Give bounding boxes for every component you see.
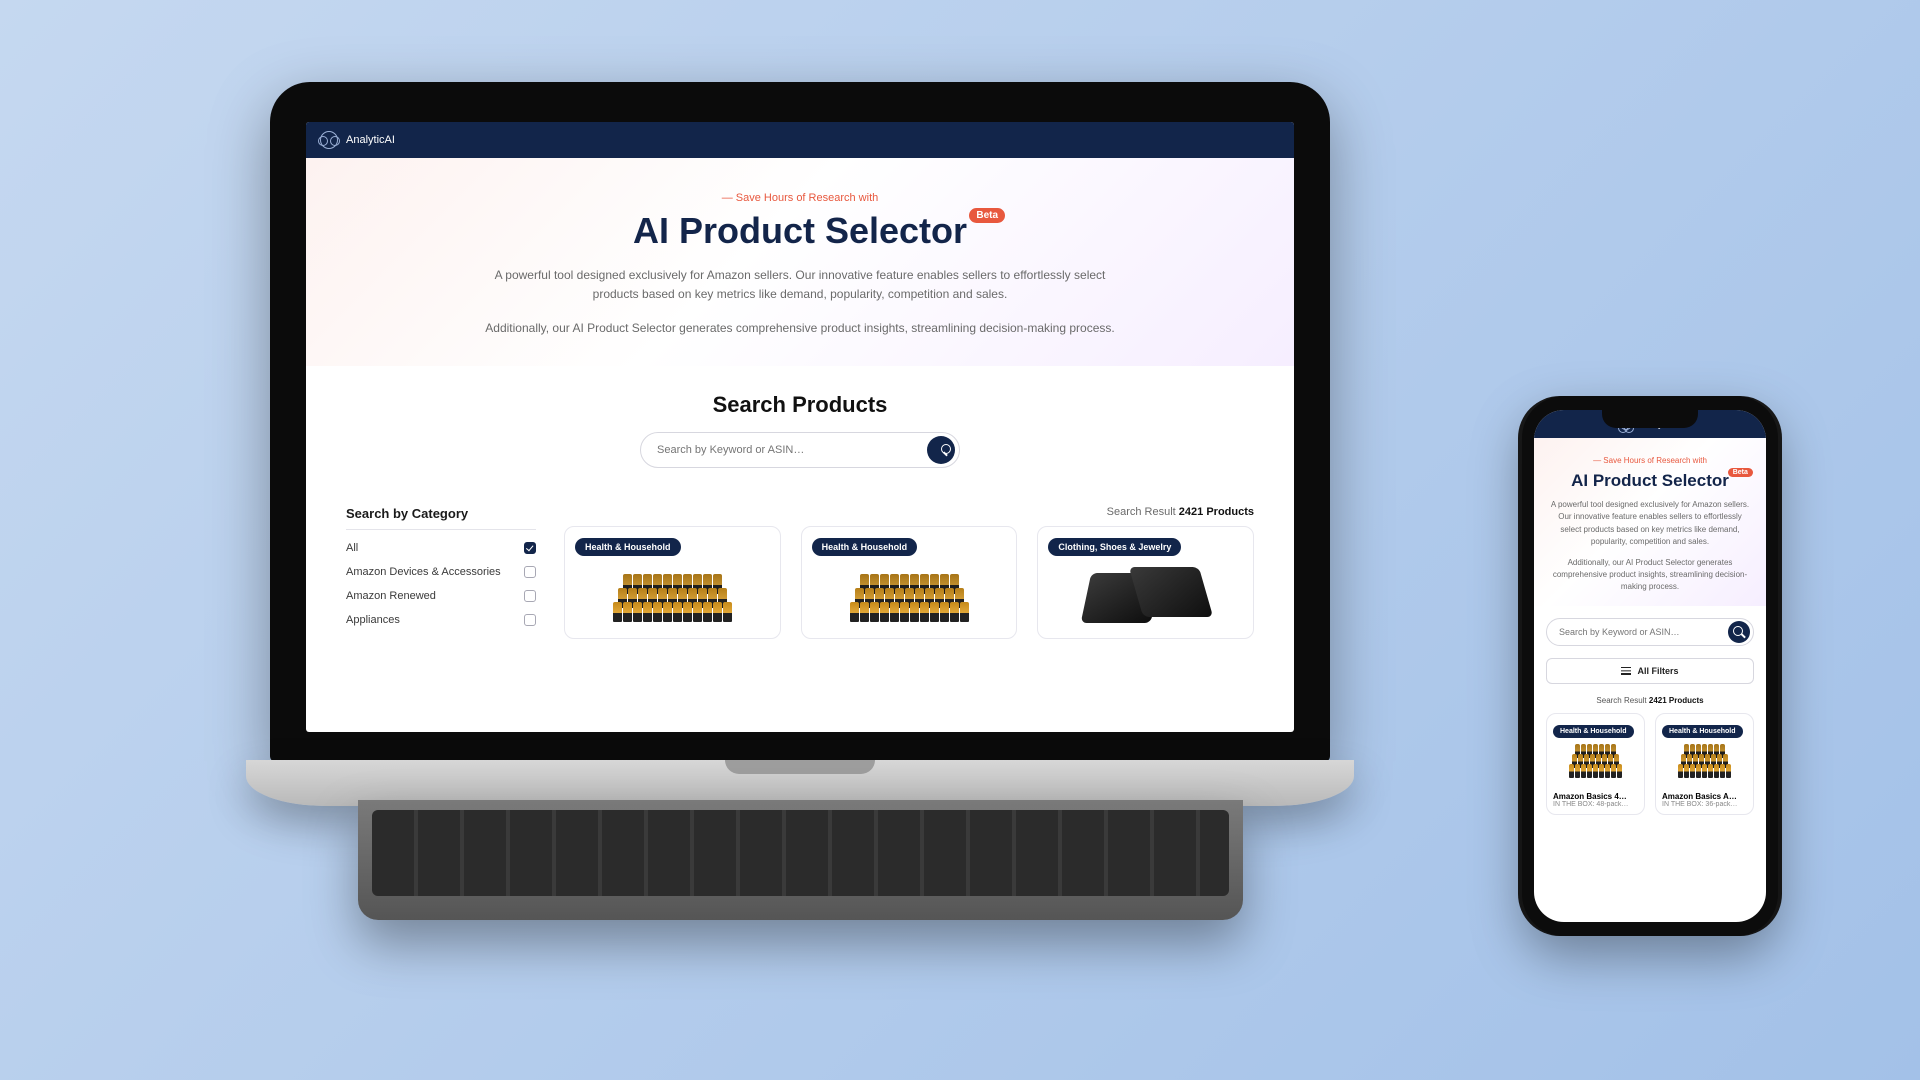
search-icon [1733, 626, 1745, 638]
result-meta-prefix: Search Result [1596, 696, 1646, 705]
search-button[interactable] [1728, 621, 1750, 643]
result-meta-prefix: Search Result [1107, 506, 1176, 518]
product-image [1662, 744, 1747, 788]
hero-eyebrow: — Save Hours of Research with [1548, 456, 1752, 465]
product-image [575, 562, 770, 628]
search-heading: Search Products [346, 392, 1254, 418]
laptop-mockup: AnalyticAI — Save Hours of Research with… [246, 82, 1354, 952]
logo-text: AnalyticAI [1640, 419, 1680, 429]
results-main: Search Result 2421 Products Health & Hou… [564, 506, 1254, 639]
category-tag: Health & Household [812, 538, 918, 556]
hero-desc-2: Additionally, our AI Product Selector ge… [1548, 557, 1752, 594]
search-input[interactable] [657, 444, 927, 456]
hero-title-text: AI Product Selector [633, 210, 967, 251]
product-cards-mobile: Health & Household Amazon Basics 4… IN T… [1534, 713, 1766, 815]
hero-desc-1: A powerful tool designed exclusively for… [480, 266, 1120, 303]
searchbar[interactable] [640, 432, 960, 468]
laptop-bezel: AnalyticAI — Save Hours of Research with… [270, 82, 1330, 762]
top-nav: AnalyticAI [306, 122, 1294, 158]
product-title: Amazon Basics A… [1662, 792, 1747, 801]
batteries-illustration [1670, 748, 1740, 784]
category-label: All [346, 542, 358, 554]
product-subtitle: IN THE BOX: 36-pack… [1662, 801, 1747, 808]
filters-button[interactable]: All Filters [1546, 658, 1754, 684]
category-tag: Health & Household [1662, 725, 1743, 738]
hero-section: — Save Hours of Research with AI Product… [306, 158, 1294, 366]
batteries-illustration [607, 568, 737, 622]
beta-badge: Beta [969, 208, 1005, 223]
result-meta-count: 2421 Products [1179, 506, 1254, 518]
filters-label: All Filters [1637, 666, 1678, 676]
search-button[interactable] [927, 436, 955, 464]
category-label: Amazon Devices & Accessories [346, 566, 501, 578]
category-panel: Search by Category All Amazon Devices & … [346, 506, 536, 639]
checkbox-icon[interactable] [524, 590, 536, 602]
phone-viewport: AnalyticAI — Save Hours of Research with… [1534, 410, 1766, 922]
wallet-illustration [1086, 567, 1206, 623]
result-meta-mobile: Search Result 2421 Products [1534, 696, 1766, 705]
hero-desc-2: Additionally, our AI Product Selector ge… [480, 319, 1120, 338]
top-nav-mobile: AnalyticAI [1534, 410, 1766, 438]
category-row-appliances[interactable]: Appliances [346, 614, 536, 626]
hero-eyebrow: — Save Hours of Research with [346, 192, 1254, 204]
category-tag: Health & Household [575, 538, 681, 556]
product-cards: Health & Household Health & Household [564, 526, 1254, 639]
result-meta: Search Result 2421 Products [564, 506, 1254, 518]
logo-icon [320, 131, 338, 149]
sliders-icon [1621, 667, 1631, 675]
product-card[interactable]: Health & Household [801, 526, 1018, 639]
hero-title: AI Product Selector Beta [1571, 471, 1729, 491]
phone-mockup: AnalyticAI — Save Hours of Research with… [1522, 396, 1778, 936]
hero-section-mobile: — Save Hours of Research with AI Product… [1534, 438, 1766, 606]
result-meta-count: 2421 Products [1649, 696, 1704, 705]
checkbox-icon[interactable] [524, 542, 536, 554]
checkbox-icon[interactable] [524, 614, 536, 626]
category-title: Search by Category [346, 506, 536, 530]
batteries-illustration [844, 568, 974, 622]
results-area: Search by Category All Amazon Devices & … [306, 476, 1294, 639]
hero-desc-1: A powerful tool designed exclusively for… [1548, 499, 1752, 549]
logo-text: AnalyticAI [346, 134, 395, 146]
category-tag: Health & Household [1553, 725, 1634, 738]
batteries-illustration [1561, 748, 1631, 784]
searchbar-mobile[interactable] [1546, 618, 1754, 646]
product-card[interactable]: Health & Household Amazon Basics A… IN T… [1655, 713, 1754, 815]
product-title: Amazon Basics 4… [1553, 792, 1638, 801]
category-label: Amazon Renewed [346, 590, 436, 602]
product-subtitle: IN THE BOX: 48-pack… [1553, 801, 1638, 808]
product-card[interactable]: Clothing, Shoes & Jewelry [1037, 526, 1254, 639]
product-card[interactable]: Health & Household Amazon Basics 4… IN T… [1546, 713, 1645, 815]
product-image [1553, 744, 1638, 788]
hero-title-text: AI Product Selector [1571, 471, 1729, 490]
category-tag: Clothing, Shoes & Jewelry [1048, 538, 1181, 556]
hero-title: AI Product Selector Beta [633, 210, 967, 252]
product-card[interactable]: Health & Household [564, 526, 781, 639]
checkbox-icon[interactable] [524, 566, 536, 578]
product-image [1048, 562, 1243, 628]
search-icon [935, 444, 947, 456]
laptop-viewport: AnalyticAI — Save Hours of Research with… [306, 122, 1294, 732]
search-section: Search Products [306, 366, 1294, 476]
logo-icon [1620, 418, 1632, 430]
category-row-all[interactable]: All [346, 542, 536, 554]
category-row-renewed[interactable]: Amazon Renewed [346, 590, 536, 602]
beta-badge: Beta [1728, 468, 1753, 477]
search-input[interactable] [1559, 627, 1728, 637]
product-image [812, 562, 1007, 628]
category-row-devices[interactable]: Amazon Devices & Accessories [346, 566, 536, 578]
category-label: Appliances [346, 614, 400, 626]
laptop-keyboard [358, 800, 1243, 920]
